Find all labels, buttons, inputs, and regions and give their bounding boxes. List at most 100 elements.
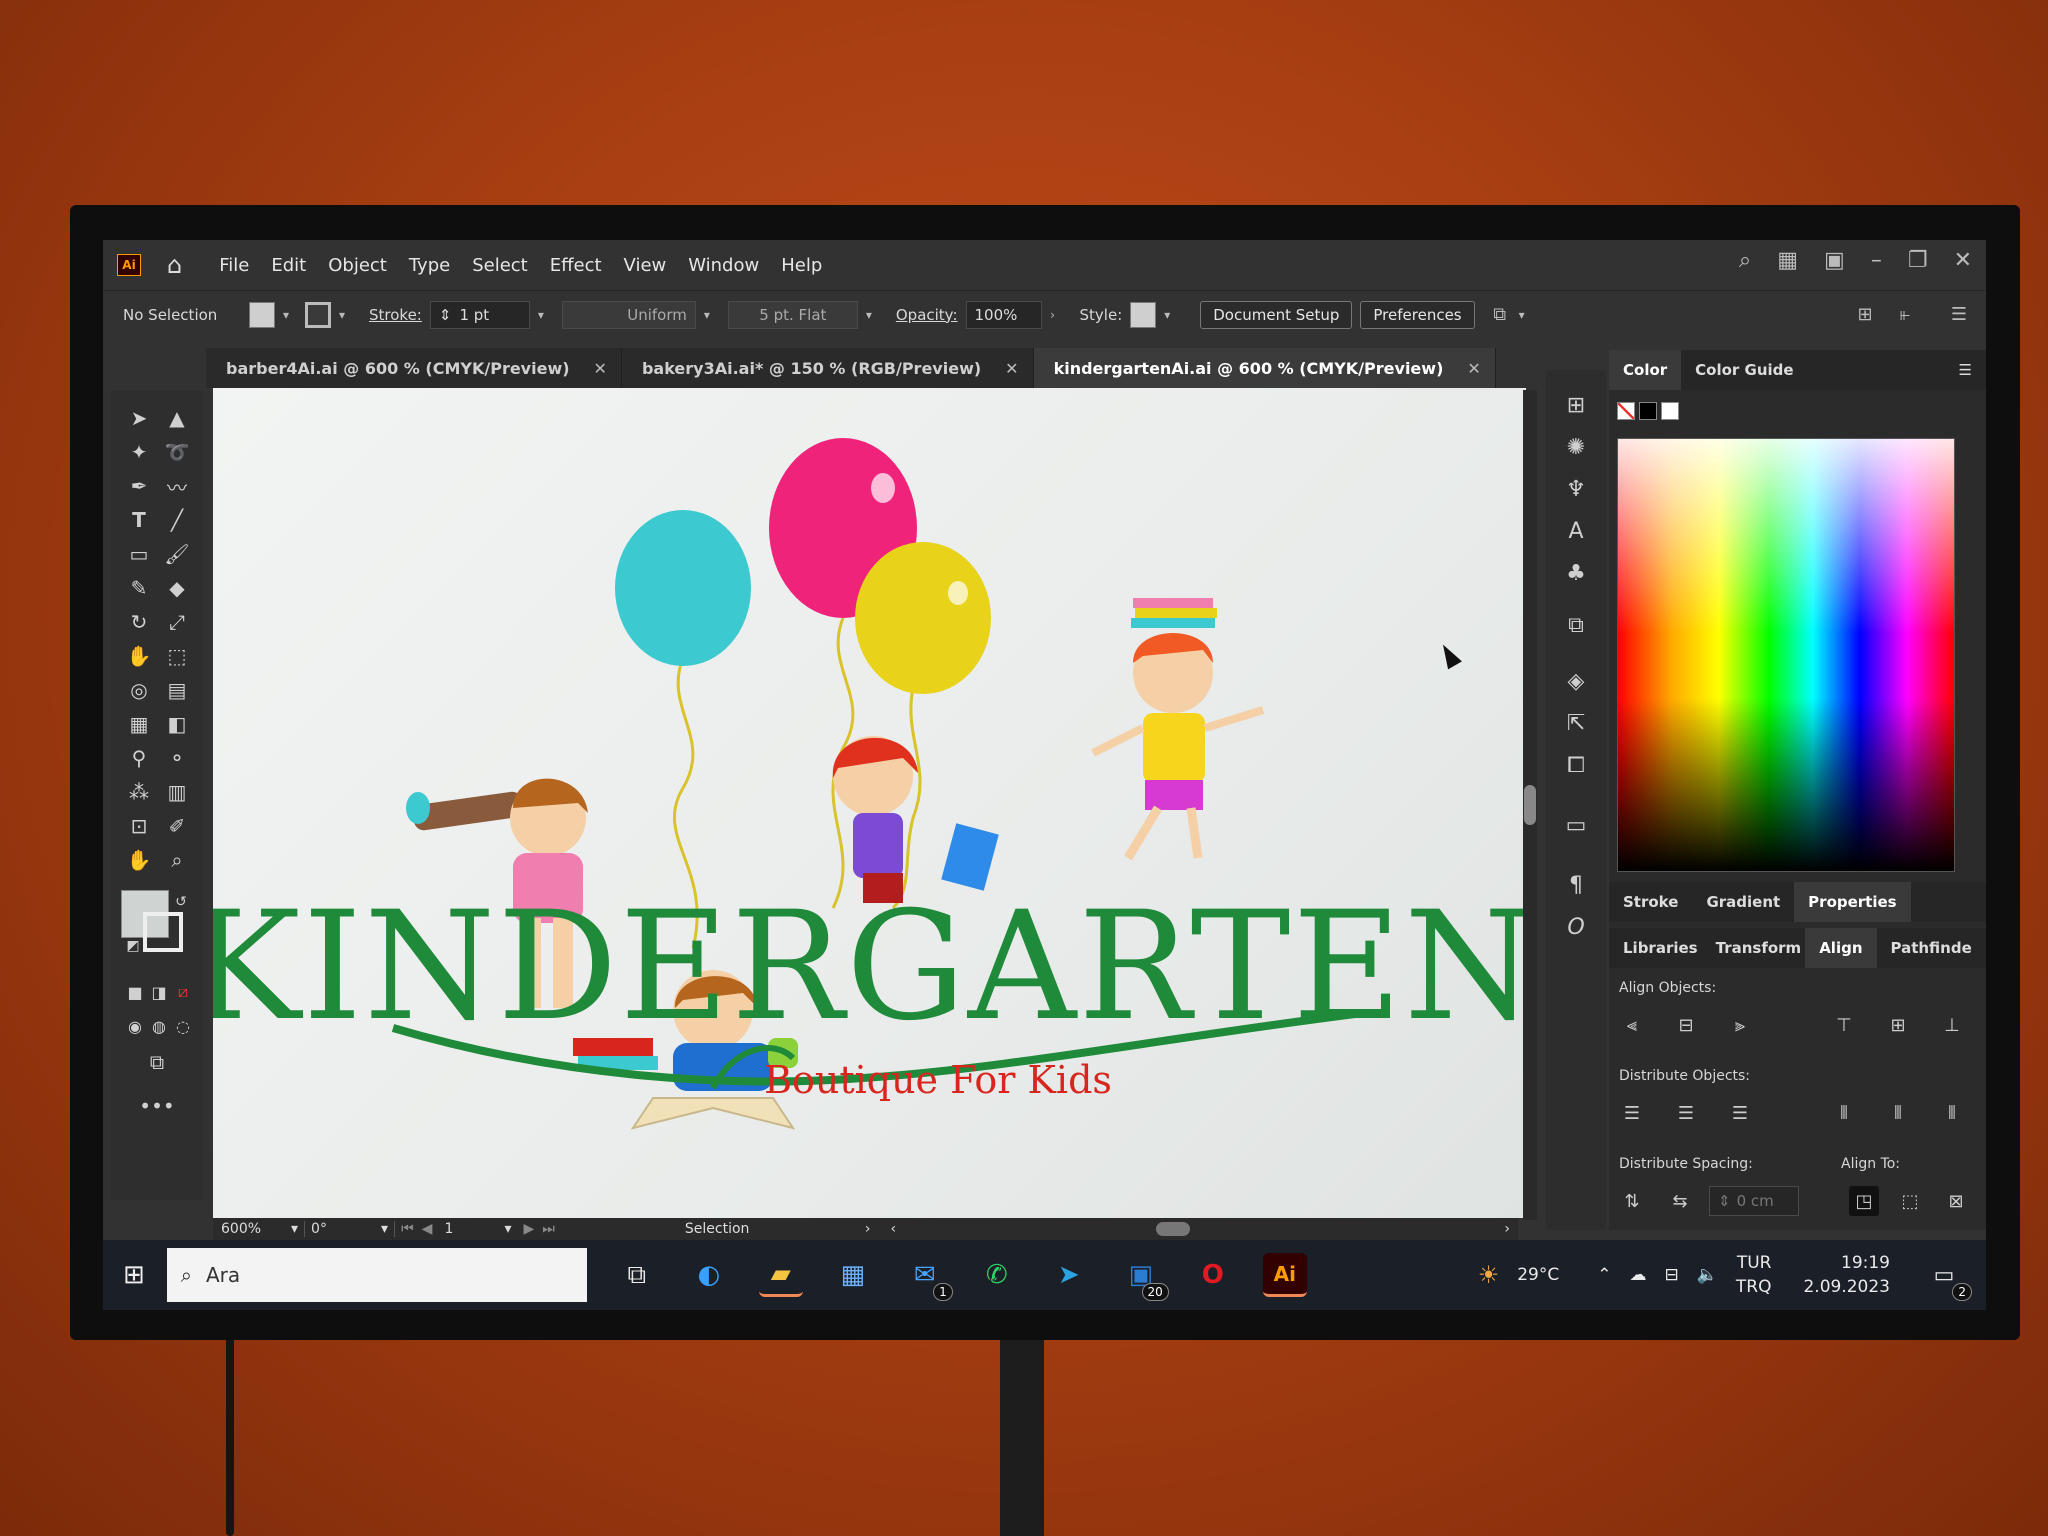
align-right-icon[interactable]: ⫸ — [1725, 1010, 1755, 1040]
distribute-left-icon[interactable]: ⦀ — [1829, 1098, 1859, 1128]
menu-effect[interactable]: Effect — [539, 255, 613, 276]
appearance-icon[interactable]: ✺ — [1561, 432, 1591, 462]
draw-inside-icon[interactable]: ◌ — [165, 1010, 201, 1042]
grid-icon[interactable]: ⊞ — [1854, 302, 1876, 328]
color-spectrum[interactable] — [1617, 438, 1955, 872]
rectangle-tool-icon[interactable]: ▭ — [121, 538, 157, 570]
panel-layout-icon[interactable]: ▣ — [1824, 248, 1845, 273]
minimize-icon[interactable]: – — [1871, 248, 1882, 273]
onedrive-icon[interactable]: ☁ — [1629, 1265, 1646, 1285]
rotation-value[interactable]: 0° — [311, 1221, 381, 1237]
chevron-up-icon[interactable]: ⌃ — [1597, 1265, 1611, 1285]
tab-libraries[interactable]: Libraries — [1609, 928, 1712, 968]
menu-window[interactable]: Window — [677, 255, 770, 276]
perspective-grid-icon[interactable]: ▤ — [159, 674, 195, 706]
canvas-area[interactable]: KINDERGARTEN Boutique For Kids — [213, 388, 1526, 1218]
rotate-tool-icon[interactable]: ↻ — [121, 606, 157, 638]
chevron-down-icon[interactable]: ▾ — [530, 302, 552, 328]
document-tab[interactable]: bakery3Ai.ai* @ 150 % (RGB/Preview) ✕ — [621, 348, 1034, 388]
document-setup-button[interactable]: Document Setup — [1200, 300, 1353, 329]
slice-tool-icon[interactable]: ✐ — [159, 810, 195, 842]
first-artboard-icon[interactable]: ⏮ — [401, 1221, 414, 1237]
menu-view[interactable]: View — [613, 255, 678, 276]
network-icon[interactable]: ⊟ — [1664, 1265, 1678, 1285]
tab-stroke[interactable]: Stroke — [1609, 882, 1692, 922]
chevron-left-icon[interactable]: ‹ — [890, 1221, 896, 1237]
volume-icon[interactable]: 🔈 — [1697, 1265, 1718, 1285]
vertical-spacing-icon[interactable]: ⇅ — [1617, 1186, 1647, 1216]
align-left-icon[interactable]: ⫷ — [1617, 1010, 1647, 1040]
close-tab-icon[interactable]: ✕ — [1005, 359, 1018, 378]
tab-color[interactable]: Color — [1609, 350, 1682, 390]
zoom-tool-icon[interactable]: ⌕ — [159, 844, 195, 876]
align-bottom-icon[interactable]: ⊥ — [1937, 1010, 1967, 1040]
align-hcenter-icon[interactable]: ⊟ — [1671, 1010, 1701, 1040]
tab-gradient[interactable]: Gradient — [1692, 882, 1794, 922]
opacity-input[interactable]: 100% — [965, 300, 1042, 329]
language-indicator[interactable]: TUR TRQ — [1736, 1251, 1772, 1299]
pen-tool-icon[interactable]: ✒ — [121, 470, 157, 502]
type-tool-icon[interactable]: T — [121, 504, 157, 536]
artboards-icon[interactable]: ⧉ — [1561, 610, 1591, 640]
restore-icon[interactable]: ❐ — [1908, 248, 1928, 273]
zoom-level[interactable]: 600% — [221, 1221, 291, 1237]
horizontal-scroll-thumb[interactable] — [1156, 1222, 1191, 1236]
mail-icon[interactable]: ✉ 1 — [903, 1253, 953, 1301]
edge-browser-icon[interactable]: ◐ — [687, 1253, 731, 1297]
stroke-profile-select[interactable]: Uniform — [561, 300, 696, 329]
graph-tool-icon[interactable]: ▥ — [159, 776, 195, 808]
export-icon[interactable]: ⇱ — [1561, 708, 1591, 738]
horizontal-spacing-icon[interactable]: ⇆ — [1665, 1186, 1695, 1216]
lasso-icon[interactable]: ➰ — [159, 436, 195, 468]
tab-align[interactable]: Align — [1805, 928, 1877, 968]
close-tab-icon[interactable]: ✕ — [1467, 359, 1480, 378]
search-icon[interactable]: ⌕ — [1739, 248, 1751, 273]
blend-tool-icon[interactable]: ⚬ — [159, 742, 195, 774]
menu-object[interactable]: Object — [317, 255, 398, 276]
menu-icon[interactable]: ☰ — [1948, 302, 1970, 328]
more-tools-icon[interactable]: ••• — [139, 1090, 175, 1122]
workspace-icon[interactable]: ▦ — [1777, 248, 1798, 273]
none-swatch[interactable] — [1617, 402, 1635, 420]
taskbar-search[interactable]: ⌕ Ara — [166, 1248, 587, 1302]
stepper-icon[interactable]: ⇕ — [439, 306, 452, 324]
direct-selection-tool-icon[interactable]: ▲ — [159, 402, 195, 434]
white-swatch[interactable] — [1661, 402, 1679, 420]
home-icon[interactable]: ⌂ — [167, 251, 182, 279]
chevron-down-icon[interactable]: ▾ — [291, 1221, 298, 1237]
chevron-down-icon[interactable]: ▾ — [504, 1221, 511, 1237]
tab-pathfinder[interactable]: Pathfinde — [1877, 928, 1986, 968]
weather-temperature[interactable]: 29°C — [1517, 1265, 1559, 1285]
distribute-hcenter-icon[interactable]: ⦀ — [1883, 1098, 1913, 1128]
paragraph-icon[interactable]: ¶ — [1561, 870, 1591, 900]
close-icon[interactable]: ✕ — [1954, 248, 1972, 273]
free-transform-icon[interactable]: ⬚ — [159, 640, 195, 672]
panel-menu-icon[interactable]: ☰ — [1945, 350, 1986, 390]
style-swatch[interactable] — [1130, 301, 1157, 328]
align-vcenter-icon[interactable]: ⊞ — [1883, 1010, 1913, 1040]
last-artboard-icon[interactable]: ⏭ — [542, 1221, 555, 1237]
pathfinder-icon[interactable]: ⧠ — [1561, 750, 1591, 780]
spacing-input[interactable]: ⇕ 0 cm — [1709, 1186, 1799, 1216]
stroke-weight-input[interactable]: ⇕ 1 pt — [429, 300, 530, 329]
vertical-scrollbar[interactable] — [1523, 390, 1537, 1220]
prev-artboard-icon[interactable]: ◀ — [422, 1221, 433, 1237]
document-tab[interactable]: barber4Ai.ai @ 600 % (CMYK/Preview) ✕ — [206, 348, 622, 388]
fill-swatch[interactable] — [249, 301, 275, 328]
align-to-key-object-icon[interactable]: ◳ — [1849, 1186, 1879, 1216]
whatsapp-icon[interactable]: ✆ — [975, 1253, 1019, 1297]
align-icon[interactable]: ⫦ — [1894, 302, 1916, 328]
illustrator-taskbar-icon[interactable]: Ai — [1262, 1253, 1307, 1297]
telegram-icon[interactable]: ➤ — [1047, 1253, 1091, 1297]
curvature-tool-icon[interactable]: 〰 — [159, 470, 195, 502]
notifications-icon[interactable]: ▭ 2 — [1922, 1253, 1972, 1301]
windows-start-icon[interactable]: ⊞ — [123, 1260, 145, 1290]
align-to-selection-icon[interactable]: ⬚ — [1895, 1186, 1925, 1216]
swap-colors-icon[interactable]: ↺ — [163, 886, 199, 918]
shaper-tool-icon[interactable]: ✎ — [121, 572, 157, 604]
screen-mode-icon[interactable]: ⧉ — [139, 1046, 175, 1078]
distribute-top-icon[interactable]: ☰ — [1617, 1098, 1647, 1128]
preferences-button[interactable]: Preferences — [1360, 300, 1475, 329]
tab-transform[interactable]: Transform — [1712, 928, 1806, 968]
black-swatch[interactable] — [1639, 402, 1657, 420]
